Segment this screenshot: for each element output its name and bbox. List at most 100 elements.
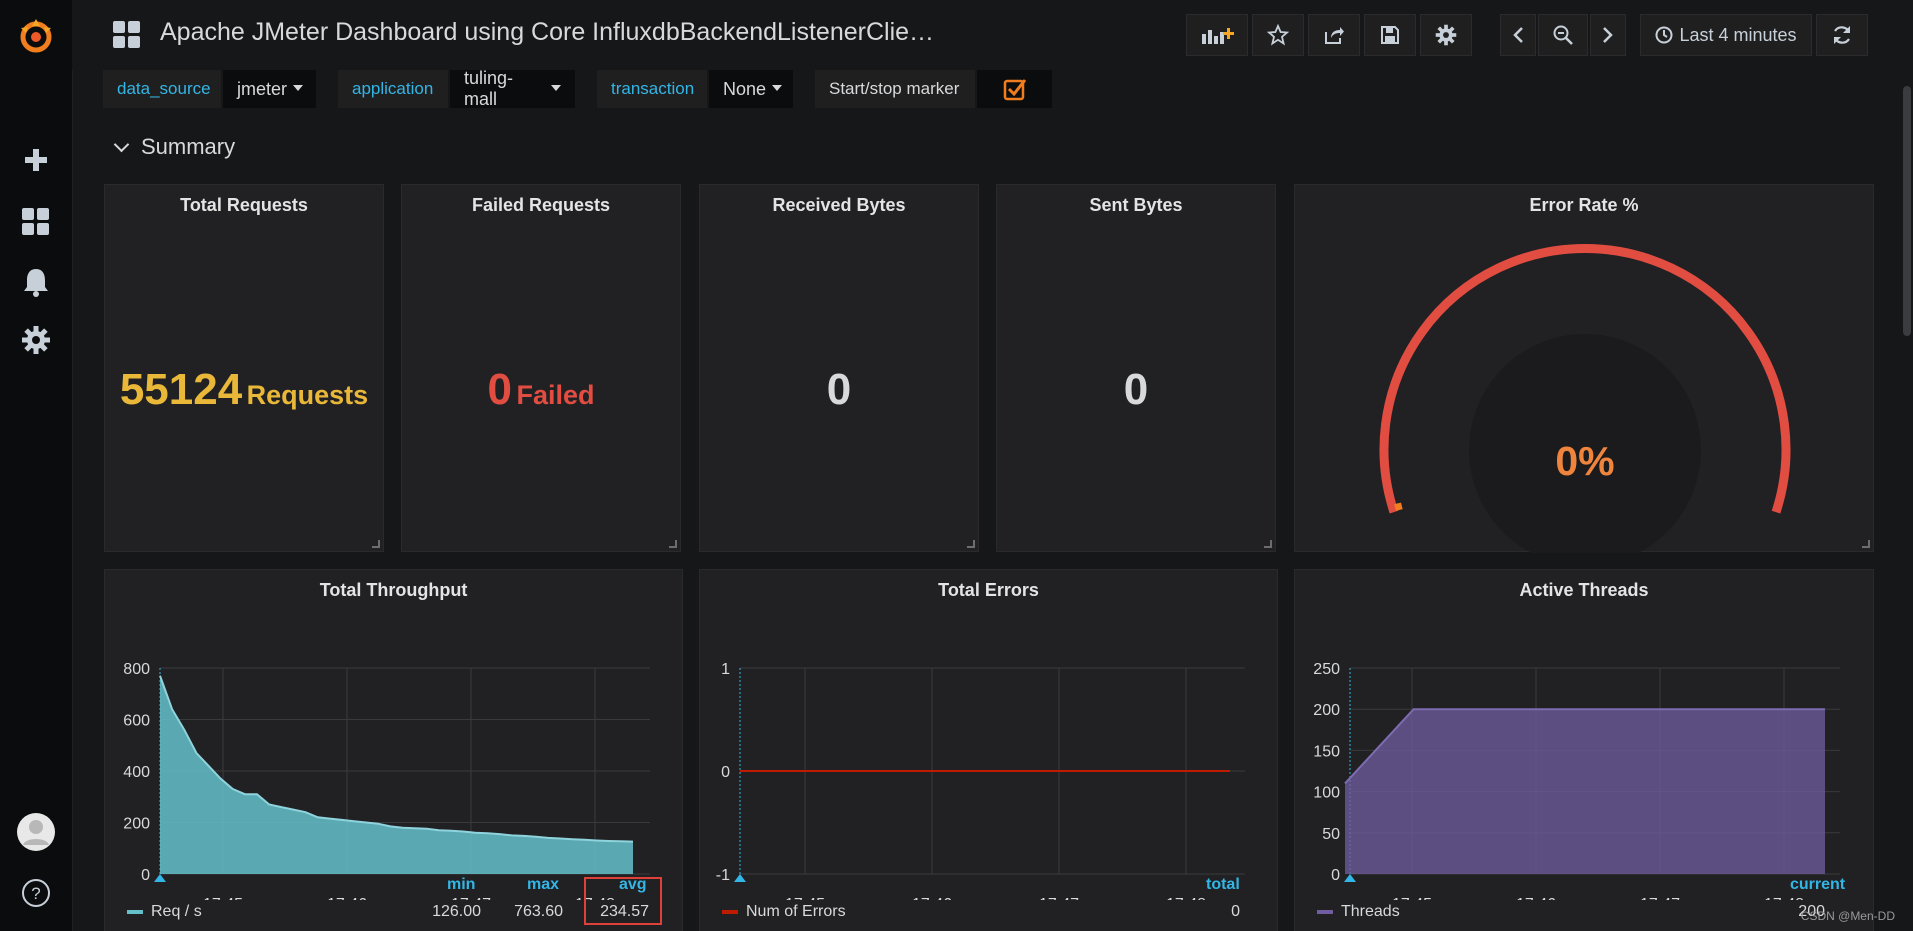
legend-col-total: total — [1206, 876, 1240, 893]
stat-value: 55124 Requests — [105, 365, 383, 415]
panel-title: Total Requests — [180, 195, 308, 215]
help-icon[interactable]: ? — [0, 875, 72, 911]
variable-select-application[interactable]: tuling-mall — [450, 68, 575, 109]
add-panel-icon — [1202, 28, 1234, 44]
start-stop-marker-checkbox[interactable] — [977, 70, 1052, 108]
save-button[interactable] — [1364, 14, 1416, 56]
caret-down-icon — [772, 85, 783, 91]
legend-series-name: Num of Errors — [746, 903, 846, 920]
x-tick-label: 17:47 — [451, 896, 491, 900]
chevron-right-icon — [1603, 27, 1613, 43]
panel-resize-handle[interactable] — [967, 540, 975, 548]
panel-title: Total Errors — [938, 580, 1039, 600]
time-back-button[interactable] — [1500, 14, 1536, 56]
x-tick-label: 17:48 — [1166, 896, 1206, 900]
panel-sent-bytes[interactable]: Sent Bytes 0 — [996, 184, 1276, 552]
y-tick-label: 1 — [721, 661, 730, 678]
configuration-gear-icon[interactable] — [0, 323, 72, 357]
add-panel-button[interactable] — [1186, 14, 1248, 56]
variable-value-transaction: None — [723, 78, 767, 99]
stat-number: 0 — [1123, 365, 1149, 414]
legend-value-min: 126.00 — [432, 903, 481, 920]
legend-series-req[interactable]: Req / s — [127, 903, 202, 921]
alerting-bell-icon[interactable] — [0, 265, 72, 299]
checkbox-checked-icon — [1003, 79, 1026, 101]
grafana-logo[interactable] — [0, 10, 72, 62]
series-area — [160, 675, 633, 874]
row-summary-header[interactable]: Summary — [112, 134, 235, 160]
top-navbar: Apache JMeter Dashboard using Core Influ… — [72, 0, 1913, 70]
stat-number: 0 — [826, 365, 852, 414]
time-forward-button[interactable] — [1590, 14, 1626, 56]
panel-resize-handle[interactable] — [1862, 540, 1870, 548]
variable-select-data-source[interactable]: jmeter — [223, 70, 316, 108]
star-button[interactable] — [1252, 14, 1304, 56]
legend-series-name: Threads — [1341, 903, 1400, 920]
settings-button[interactable] — [1420, 14, 1472, 56]
legend-swatch — [722, 909, 738, 914]
panel-resize-handle[interactable] — [669, 540, 677, 548]
time-range-picker[interactable]: Last 4 minutes — [1640, 14, 1812, 56]
variable-label-start-stop-marker: Start/stop marker — [815, 70, 975, 108]
refresh-button[interactable] — [1816, 14, 1868, 56]
variable-label-transaction: transaction — [597, 70, 707, 108]
panel-total-throughput[interactable]: Total Throughput 800 600 400 200 0 17:45 17:46… — [104, 569, 683, 931]
stat-number: 0 — [487, 365, 512, 414]
dashboard-grid-icon[interactable] — [112, 20, 142, 50]
panel-resize-handle[interactable] — [1264, 540, 1272, 548]
legend-col-current: current — [1790, 876, 1846, 893]
x-tick-label: 17:46 — [1516, 896, 1556, 900]
panel-error-rate[interactable]: Error Rate % 0% — [1294, 184, 1874, 553]
create-plus-icon[interactable] — [0, 145, 72, 175]
legend-series-name: Req / s — [151, 903, 202, 920]
y-tick-label: -1 — [716, 867, 730, 884]
panel-received-bytes[interactable]: Received Bytes 0 — [699, 184, 979, 552]
user-avatar[interactable] — [0, 810, 72, 854]
dashboards-icon[interactable] — [0, 205, 72, 239]
y-tick-label: 0 — [141, 867, 150, 884]
panel-title: Failed Requests — [471, 195, 611, 215]
share-button[interactable] — [1308, 14, 1360, 56]
page-scrollbar[interactable] — [1903, 86, 1911, 336]
stat-number: 55124 — [119, 365, 243, 414]
x-tick-label: 17:45 — [203, 896, 243, 900]
zoom-out-button[interactable] — [1538, 14, 1588, 56]
x-tick-label: 17:45 — [785, 896, 825, 900]
legend-series-errors[interactable]: Num of Errors — [722, 903, 846, 921]
row-title: Summary — [141, 134, 236, 159]
y-tick-label: 200 — [123, 816, 150, 833]
y-tick-label: 400 — [123, 764, 150, 781]
x-tick-label: 17:47 — [1640, 896, 1680, 900]
variable-label-application: application — [338, 70, 448, 108]
y-tick-label: 100 — [1313, 785, 1340, 802]
panel-active-threads[interactable]: Active Threads 250 200 150 100 50 0 17:45 17:46… — [1294, 569, 1874, 931]
dashboard-title[interactable]: Apache JMeter Dashboard using Core Influ… — [160, 18, 1000, 47]
legend-value-total: 0 — [1231, 903, 1240, 920]
variable-value-application: tuling-mall — [464, 68, 514, 109]
y-tick-label: 200 — [1313, 702, 1340, 719]
caret-down-icon — [551, 85, 561, 91]
y-tick-label: 0 — [721, 764, 730, 781]
gauge-value-text: 0% — [1555, 438, 1614, 484]
variable-select-transaction[interactable]: None — [709, 70, 793, 108]
svg-text:?: ? — [31, 884, 40, 903]
panel-failed-requests[interactable]: Failed Requests 0 Failed — [401, 184, 681, 552]
legend-value-avg: 234.57 — [600, 903, 649, 920]
legend-col-min: min — [447, 876, 476, 893]
chevron-left-icon — [1513, 27, 1523, 43]
errors-chart: 1 0 -1 17:45 17:46 17:47 17:48 — [716, 661, 1245, 900]
save-icon — [1381, 26, 1399, 44]
legend-swatch — [1317, 909, 1333, 914]
clock-icon — [1655, 26, 1673, 44]
throughput-chart: 800600400200017:4517:4617:4717:48 — [123, 661, 650, 900]
share-icon — [1325, 27, 1344, 44]
panel-total-errors[interactable]: Total Errors 1 0 -1 17:45 17:46 17:47 17:48 to… — [699, 569, 1278, 931]
caret-down-icon — [293, 85, 304, 91]
y-tick-label: 0 — [1331, 867, 1340, 884]
refresh-icon — [1834, 26, 1850, 44]
panel-total-requests[interactable]: Total Requests 55124 Requests — [104, 184, 384, 552]
time-range-label: Last 4 minutes — [1679, 24, 1797, 45]
legend-series-threads[interactable]: Threads — [1317, 903, 1400, 921]
panel-resize-handle[interactable] — [372, 540, 380, 548]
legend-value-max: 763.60 — [514, 903, 563, 920]
